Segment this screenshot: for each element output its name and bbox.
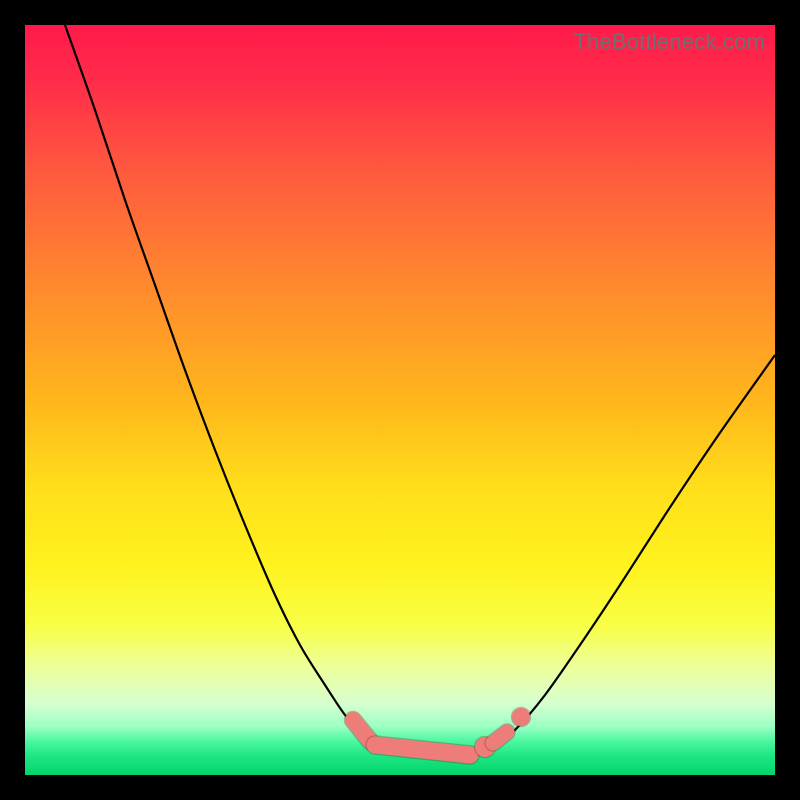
watermark-text: TheBottleneck.com [573, 29, 765, 55]
plot-area: TheBottleneck.com [25, 25, 775, 775]
bottleneck-curve [65, 25, 775, 756]
marker-group [353, 707, 531, 758]
marker-segment [493, 732, 507, 743]
chart-svg [25, 25, 775, 775]
marker-dot [512, 708, 530, 726]
marker-segment [375, 745, 470, 755]
outer-frame: TheBottleneck.com [0, 0, 800, 800]
